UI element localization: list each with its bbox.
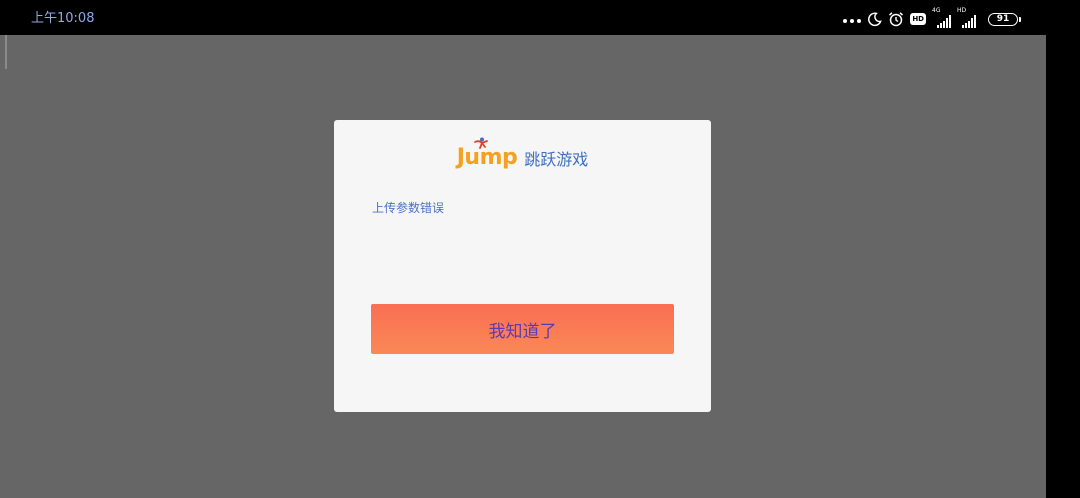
hd-icon: HD	[910, 13, 926, 25]
screen: 上午10:08 HD 4G HD 91 Jump 跳跃游戏 上传参数错误 我知道…	[0, 0, 1080, 498]
signal-4g-icon: 4G	[932, 7, 951, 28]
signal-hd-icon: HD	[957, 7, 976, 28]
network-type-label: 4G	[932, 7, 941, 14]
status-icons: HD 4G HD 91	[843, 7, 1021, 28]
network-type-label-2: HD	[957, 7, 967, 14]
error-dialog: Jump 跳跃游戏 上传参数错误 我知道了	[334, 120, 711, 412]
error-message: 上传参数错误	[372, 201, 445, 215]
confirm-button[interactable]: 我知道了	[371, 304, 674, 354]
logo-chinese-name: 跳跃游戏	[524, 149, 589, 169]
status-bar: 上午10:08 HD 4G HD 91	[0, 0, 1080, 35]
dim-overlay[interactable]: Jump 跳跃游戏 上传参数错误 我知道了	[0, 35, 1046, 498]
jumping-figure-icon	[473, 137, 488, 149]
jump-logo: Jump	[457, 137, 518, 170]
battery-level: 91	[996, 13, 1010, 24]
scroll-indicator	[5, 35, 7, 69]
moon-icon	[867, 11, 883, 27]
hd-badge-label: HD	[910, 13, 926, 25]
confirm-button-label: 我知道了	[488, 321, 557, 342]
alarm-icon	[888, 11, 904, 27]
status-time: 上午10:08	[31, 11, 95, 26]
battery-icon: 91	[988, 12, 1021, 26]
more-dots-icon	[843, 10, 862, 28]
right-edge-bar	[1046, 35, 1080, 498]
app-logo: Jump 跳跃游戏	[334, 137, 711, 170]
